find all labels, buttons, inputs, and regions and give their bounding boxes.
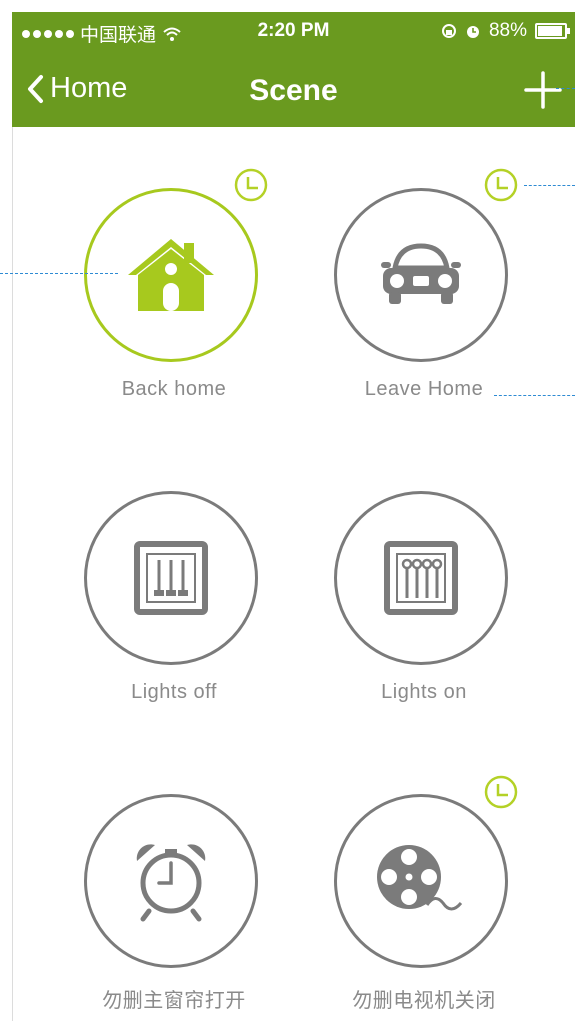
schedule-clock-icon	[484, 775, 518, 809]
scene-circle	[84, 188, 258, 362]
scene-label: Leave Home	[364, 378, 484, 400]
car-icon	[381, 243, 461, 304]
scene-circle	[84, 491, 258, 665]
scene-label: Lights on	[381, 681, 467, 703]
sliders-down-icon	[134, 541, 208, 615]
schedule-clock-icon	[484, 168, 518, 202]
schedule-clock-icon	[234, 168, 268, 202]
add-scene-button[interactable]	[523, 70, 563, 110]
battery-percent: 88%	[488, 20, 527, 41]
alarm-icon	[466, 26, 479, 38]
alarm-clock-icon	[136, 844, 206, 922]
nav-bar: Home Scene	[12, 62, 575, 122]
scene-circle	[334, 491, 508, 665]
page-title: Scene	[249, 74, 338, 107]
house-icon	[128, 239, 214, 311]
annotation-guide-line	[0, 273, 118, 274]
scene-label: Back home	[121, 378, 227, 400]
annotation-guide-line	[524, 185, 575, 186]
scene-label: Lights off	[131, 681, 217, 703]
status-bar: 中国联通 2:20 PM 88%	[12, 12, 575, 52]
battery-icon	[535, 23, 570, 39]
annotation-guide-line	[556, 88, 575, 89]
left-divider	[12, 127, 13, 1021]
scene-label: 勿删主窗帘打开	[102, 990, 246, 1012]
scene-circle	[84, 794, 258, 968]
scene-circle	[334, 794, 508, 968]
annotation-guide-line	[494, 395, 575, 396]
scene-circle	[334, 188, 508, 362]
orientation-lock-icon	[441, 24, 456, 38]
scene-label: 勿删电视机关闭	[352, 990, 496, 1012]
film-reel-icon	[377, 845, 463, 911]
top-bar: 中国联通 2:20 PM 88% Home Scene	[12, 12, 575, 127]
sliders-up-icon	[384, 541, 458, 615]
